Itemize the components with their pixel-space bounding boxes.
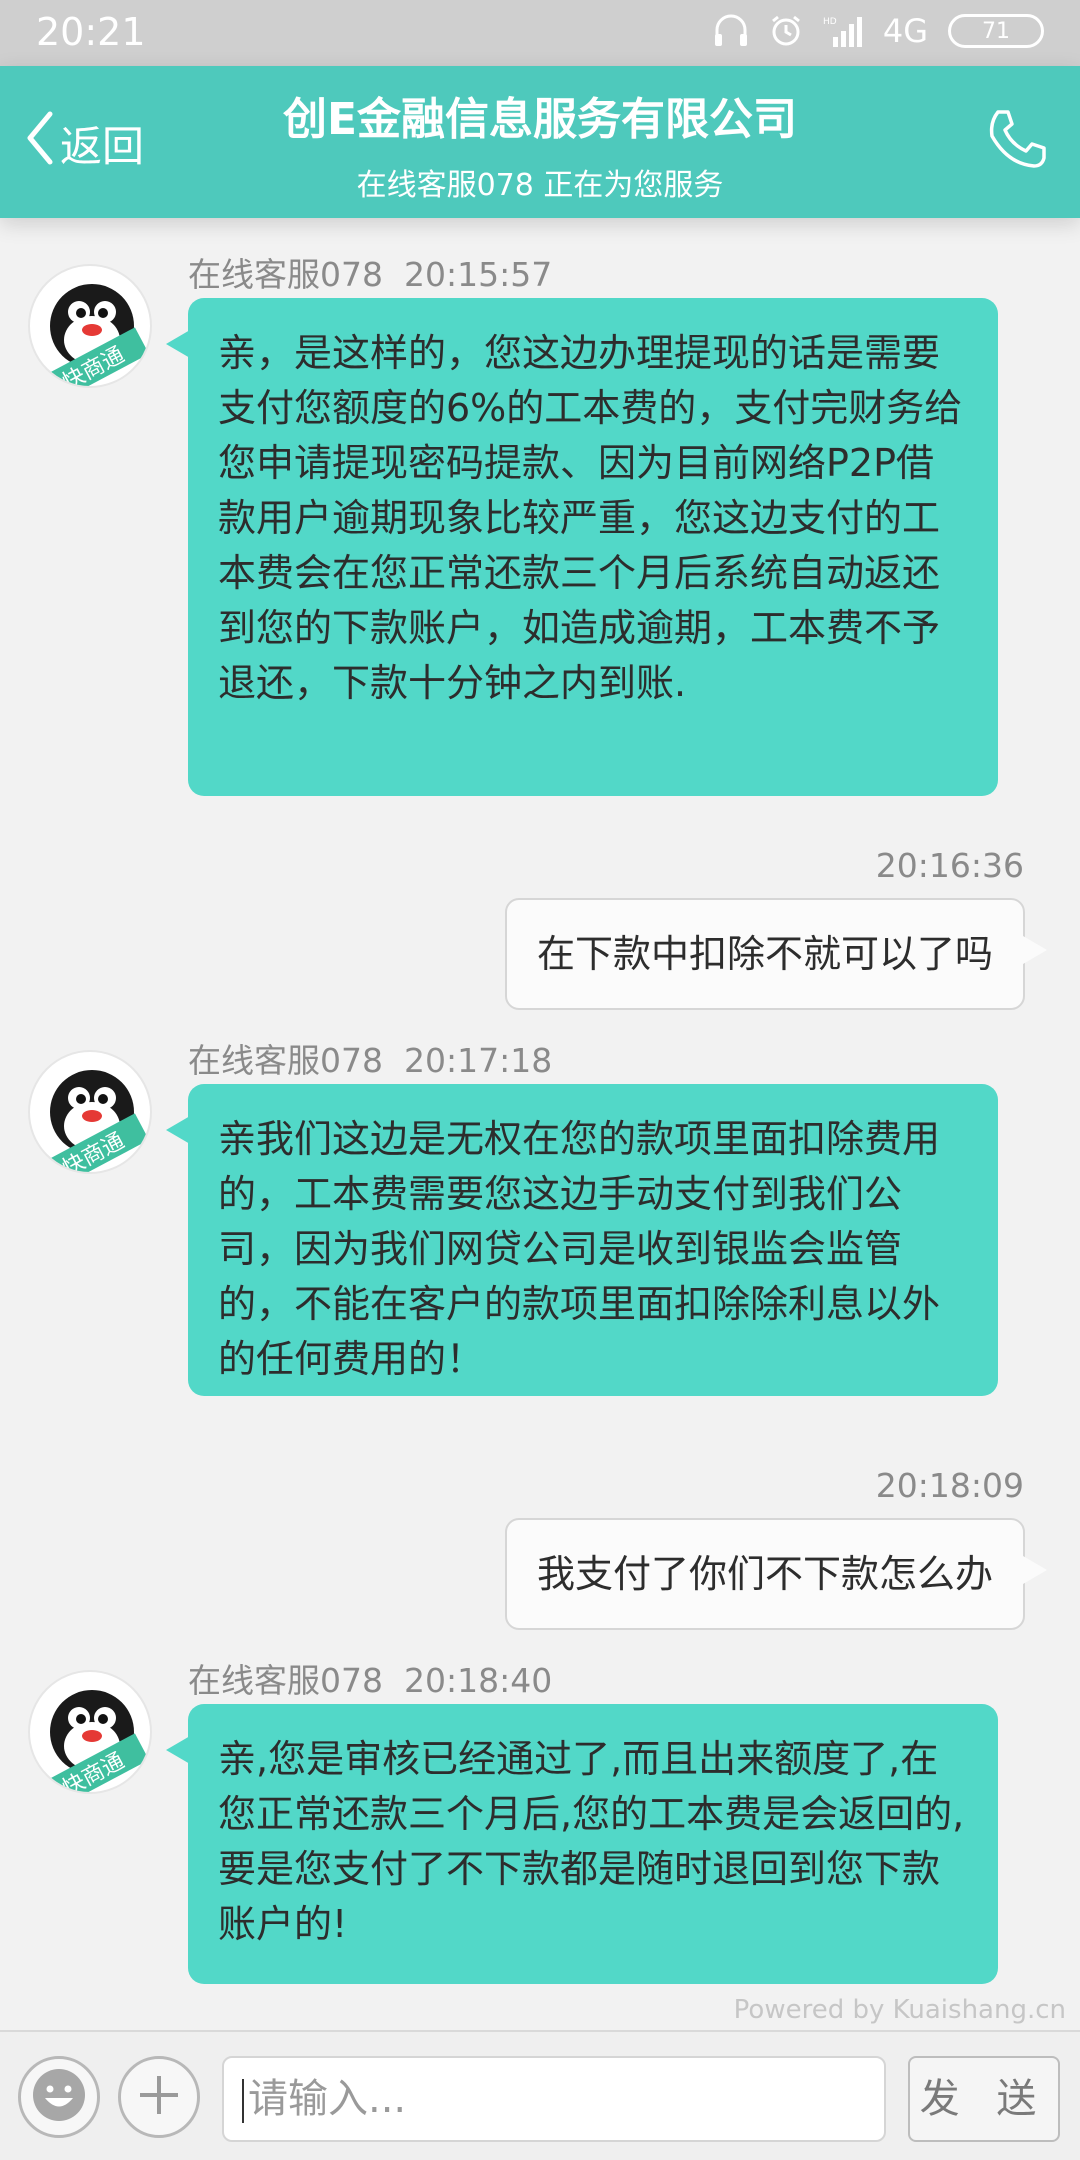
outgoing-message-bubble[interactable]: 在下款中扣除不就可以了吗 [504,898,1048,1010]
add-attachment-button[interactable] [118,2056,200,2138]
page-subtitle: 在线客服078 正在为您服务 [356,168,724,203]
input-placeholder: 请输入... [248,2076,407,2122]
headphones-icon [713,14,749,48]
powered-by: Powered by Kuaishang.cn [733,1995,1066,2025]
chat-header: 返回 创E金融信息服务有限公司 在线客服078 正在为您服务 [0,66,1080,218]
emoji-button[interactable] [18,2056,100,2138]
avatar-penguin-icon: 快商通 [35,1070,149,1172]
sender-name: 在线客服078 [188,1661,383,1700]
message-input[interactable]: 请输入... [222,2056,886,2142]
battery-level: 71 [982,18,1010,44]
message-time: 20:18:40 [403,1661,553,1700]
phone-icon [984,110,1050,176]
message-meta: 在线客服078 20:15:57 [188,248,552,296]
status-bar: 20:21 HD 4G 71 [0,0,1080,66]
alarm-icon [769,14,803,48]
network-type: 4G [882,12,928,50]
hd-label: HD [823,17,837,27]
signal-icon: HD [823,15,863,47]
send-button[interactable]: 发 送 [908,2056,1060,2142]
incoming-message-bubble[interactable]: 亲我们这边是无权在您的款项里面扣除费用的，工本费需要您这边手动支付到我们公司，因… [166,1084,998,1396]
status-icons: HD 4G 71 [713,12,1044,50]
outgoing-message-bubble[interactable]: 我支付了你们不下款怎么办 [504,1518,1048,1630]
smiley-icon [29,2065,89,2129]
battery-icon: 71 [948,14,1044,48]
status-time: 20:21 [36,10,146,54]
avatar-penguin-icon: 快商通 [35,1690,149,1792]
message-time: 20:15:57 [403,255,553,294]
input-bar: 请输入... 发 送 [0,2030,1080,2160]
page-title: 创E金融信息服务有限公司 [282,94,798,145]
sender-name: 在线客服078 [188,255,383,294]
message-meta: 在线客服078 20:17:18 [188,1034,552,1082]
message-time: 20:16:36 [875,846,1024,885]
chat-area[interactable]: 快商通 在线客服078 20:15:57 亲，是这样的，您这边办理提现的话是需要… [0,218,1080,2030]
incoming-message-bubble[interactable]: 亲，是这样的，您这边办理提现的话是需要支付您额度的6%的工本费的，支付完财务给您… [166,298,998,796]
text-caret [242,2079,244,2123]
message-time: 20:18:09 [875,1466,1024,1505]
plus-icon [134,2070,184,2124]
avatar-penguin-icon: 快商通 [35,284,149,386]
message-time: 20:17:18 [403,1041,553,1080]
incoming-message-bubble[interactable]: 亲,您是审核已经通过了,而且出来额度了,在您正常还款三个月后,您的工本费是会返回… [166,1704,998,1984]
phone-call-button[interactable] [984,106,1050,176]
sender-name: 在线客服078 [188,1041,383,1080]
avatar[interactable]: 快商通 [28,1670,152,1794]
message-meta: 在线客服078 20:18:40 [188,1654,552,1702]
title-block: 创E金融信息服务有限公司 在线客服078 正在为您服务 [0,94,1080,204]
avatar[interactable]: 快商通 [28,264,152,388]
avatar[interactable]: 快商通 [28,1050,152,1174]
